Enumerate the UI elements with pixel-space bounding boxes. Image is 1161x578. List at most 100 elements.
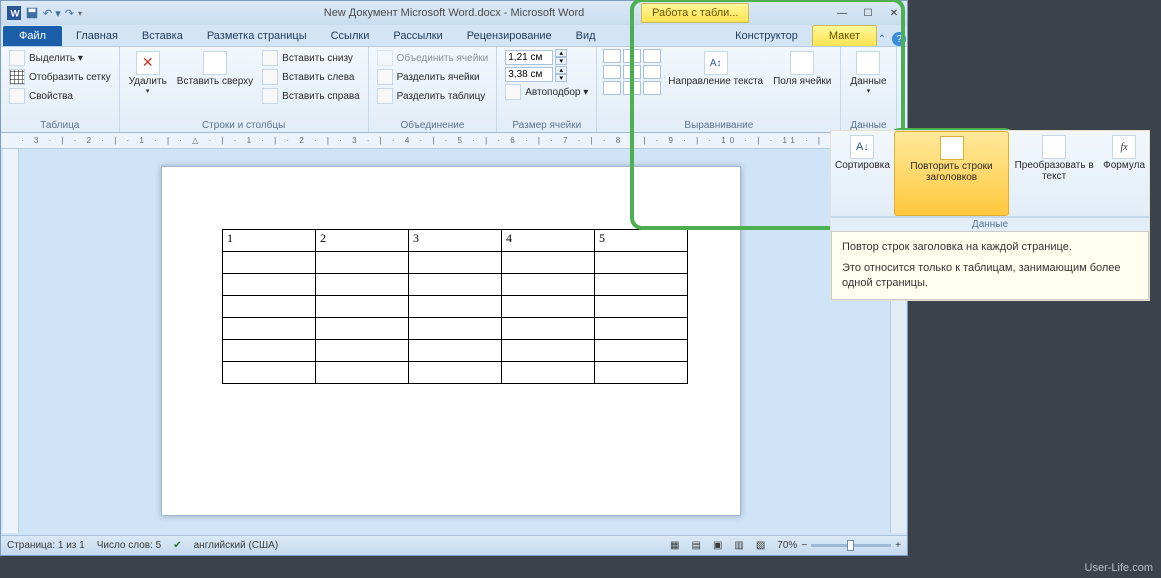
zoom-control[interactable]: 70% − +	[777, 540, 901, 551]
language-status[interactable]: английский (США)	[194, 540, 279, 551]
tab-references[interactable]: Ссылки	[319, 26, 382, 46]
delete-button[interactable]: ✕Удалить▾	[126, 49, 170, 98]
tab-view[interactable]: Вид	[564, 26, 608, 46]
tab-design[interactable]: Конструктор	[723, 26, 810, 46]
view-reading-icon[interactable]: ▤	[691, 540, 700, 551]
table-cell[interactable]	[595, 274, 688, 296]
text-direction-button[interactable]: A↕Направление текста	[665, 49, 766, 89]
insert-right-button[interactable]: Вставить справа	[260, 87, 361, 105]
table-cell[interactable]: 2	[316, 230, 409, 252]
table-row[interactable]	[223, 296, 688, 318]
show-grid-button[interactable]: Отобразить сетку	[7, 68, 113, 86]
table-cell[interactable]	[409, 252, 502, 274]
zoom-out-icon[interactable]: −	[801, 540, 807, 551]
table-cell[interactable]	[502, 252, 595, 274]
minimize-button[interactable]: —	[829, 4, 855, 22]
horizontal-ruler[interactable]: · 3 · | · 2 · | · 1 · | · △ · | · 1 · | …	[1, 133, 907, 149]
table-cell[interactable]: 5	[595, 230, 688, 252]
help-icon[interactable]: ?	[892, 32, 906, 46]
table-cell[interactable]: 3	[409, 230, 502, 252]
tab-page-layout[interactable]: Разметка страницы	[195, 26, 319, 46]
tab-layout[interactable]: Макет	[812, 25, 877, 46]
view-web-icon[interactable]: ▣	[713, 540, 722, 551]
repeat-header-rows-button[interactable]: Повторить строки заголовков	[894, 131, 1009, 216]
sort-button[interactable]: A↓Сортировка	[831, 131, 894, 216]
table-cell[interactable]: 1	[223, 230, 316, 252]
table-cell[interactable]	[409, 340, 502, 362]
convert-to-text-button[interactable]: Преобразовать в текст	[1009, 131, 1099, 216]
table-row[interactable]	[223, 274, 688, 296]
zoom-in-icon[interactable]: +	[895, 540, 901, 551]
table-cell[interactable]	[409, 274, 502, 296]
table-cell[interactable]	[316, 340, 409, 362]
view-outline-icon[interactable]: ▥	[734, 540, 743, 551]
insert-below-button[interactable]: Вставить снизу	[260, 49, 361, 67]
table-row[interactable]	[223, 252, 688, 274]
table-cell[interactable]	[223, 274, 316, 296]
tab-home[interactable]: Главная	[64, 26, 130, 46]
file-tab[interactable]: Файл	[3, 26, 62, 46]
redo-icon[interactable]: ↷	[65, 7, 74, 20]
alignment-grid[interactable]	[603, 49, 661, 95]
table-cell[interactable]	[409, 318, 502, 340]
save-icon[interactable]	[25, 6, 39, 20]
table-cell[interactable]	[502, 340, 595, 362]
table-cell[interactable]	[502, 274, 595, 296]
table-cell[interactable]	[595, 340, 688, 362]
table-cell[interactable]	[223, 340, 316, 362]
table-cell[interactable]	[502, 362, 595, 384]
page-status[interactable]: Страница: 1 из 1	[7, 540, 85, 551]
tab-review[interactable]: Рецензирование	[455, 26, 564, 46]
col-width-input[interactable]: ▴▾	[503, 66, 590, 82]
table-cell[interactable]	[502, 318, 595, 340]
table-cell[interactable]	[595, 252, 688, 274]
table-cell[interactable]	[409, 296, 502, 318]
insert-left-button[interactable]: Вставить слева	[260, 68, 361, 86]
table-row[interactable]: 12345	[223, 230, 688, 252]
ribbon: Выделить ▾ Отобразить сетку Свойства Таб…	[1, 47, 907, 133]
table-cell[interactable]	[409, 362, 502, 384]
undo-icon[interactable]: ↶ ▾	[43, 7, 61, 20]
insert-above-button[interactable]: Вставить сверху	[174, 49, 256, 89]
table-cell[interactable]	[316, 318, 409, 340]
table-cell[interactable]	[316, 296, 409, 318]
table-cell[interactable]	[316, 274, 409, 296]
split-cells-button[interactable]: Разделить ячейки	[375, 68, 491, 86]
zoom-slider[interactable]	[811, 544, 891, 547]
table-cell[interactable]	[502, 296, 595, 318]
properties-button[interactable]: Свойства	[7, 87, 113, 105]
formula-button[interactable]: fxФормула	[1099, 131, 1149, 216]
vertical-ruler[interactable]	[3, 149, 19, 533]
table-row[interactable]	[223, 340, 688, 362]
document-table[interactable]: 12345	[222, 229, 688, 384]
row-height-input[interactable]: ▴▾	[503, 49, 590, 65]
qat-dropdown-icon[interactable]: ▾	[78, 9, 82, 18]
table-cell[interactable]	[595, 362, 688, 384]
tab-mailings[interactable]: Рассылки	[381, 26, 454, 46]
spellcheck-icon[interactable]: ✔	[173, 540, 181, 551]
autofit-button[interactable]: Автоподбор ▾	[503, 83, 590, 101]
table-row[interactable]	[223, 362, 688, 384]
table-cell[interactable]	[223, 362, 316, 384]
select-button[interactable]: Выделить ▾	[7, 49, 113, 67]
table-cell[interactable]	[316, 362, 409, 384]
table-cell[interactable]	[223, 318, 316, 340]
table-cell[interactable]	[316, 252, 409, 274]
table-cell[interactable]	[595, 318, 688, 340]
view-draft-icon[interactable]: ▧	[756, 540, 765, 551]
tab-insert[interactable]: Вставка	[130, 26, 195, 46]
minimize-ribbon-icon[interactable]: ⌃	[878, 34, 886, 45]
table-cell[interactable]	[223, 296, 316, 318]
cell-margins-button[interactable]: Поля ячейки	[770, 49, 834, 89]
close-button[interactable]: ✕	[881, 4, 907, 22]
maximize-button[interactable]: ☐	[855, 4, 881, 22]
data-button[interactable]: Данные▾	[847, 49, 889, 98]
split-table-button[interactable]: Разделить таблицу	[375, 87, 491, 105]
table-cell[interactable]: 4	[502, 230, 595, 252]
table-cell[interactable]	[223, 252, 316, 274]
table-cell[interactable]	[595, 296, 688, 318]
repeat-header-icon	[940, 136, 964, 160]
view-print-icon[interactable]: ▦	[670, 540, 679, 551]
word-count[interactable]: Число слов: 5	[97, 540, 161, 551]
table-row[interactable]	[223, 318, 688, 340]
